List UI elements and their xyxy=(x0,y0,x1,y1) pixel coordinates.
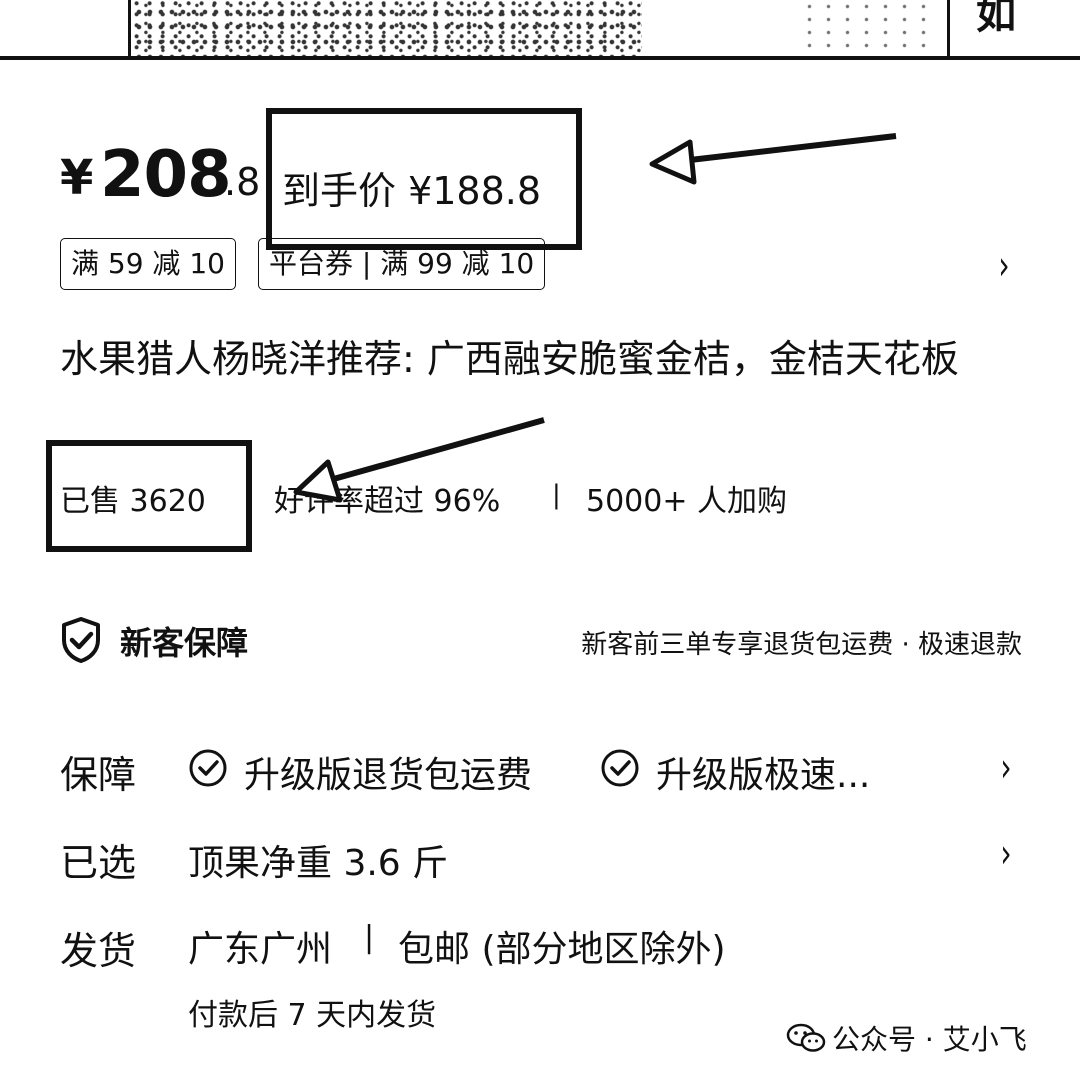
product-image-texture-right xyxy=(800,0,940,56)
image-divider xyxy=(0,56,1080,60)
shipping-time: 付款后 7 天内发货 xyxy=(188,998,437,1033)
check-circle-icon xyxy=(601,749,639,787)
wechat-icon xyxy=(786,1023,826,1052)
shipping-separator: | xyxy=(364,920,375,955)
new-customer-title: 新客保障 xyxy=(120,624,249,662)
coupon-tag-store[interactable]: 满 59 减 10 xyxy=(60,238,236,290)
product-title: 水果猎人杨晓洋推荐: 广西融安脆蜜金桔，金桔天花板 xyxy=(60,337,959,381)
price-currency: ¥ xyxy=(60,150,94,206)
selected-sku[interactable]: 顶果净重 3.6 斤 xyxy=(188,834,448,886)
annotation-arrow-price xyxy=(649,133,897,185)
chevron-right-icon[interactable]: › xyxy=(1000,748,1011,788)
positive-rating: 好评率超过 96% xyxy=(274,484,501,519)
product-image-strip[interactable]: 如 xyxy=(0,0,1080,60)
chevron-right-icon[interactable]: › xyxy=(1000,834,1011,874)
selected-label: 已选 xyxy=(60,841,137,885)
shipping-label: 发货 xyxy=(60,929,137,973)
price-integer: 208 xyxy=(100,138,232,212)
chevron-right-icon[interactable]: › xyxy=(998,246,1009,286)
cart-count: 5000+ 人加购 xyxy=(586,484,788,519)
shipping-origin: 广东广州 xyxy=(188,929,333,970)
shield-check-icon xyxy=(62,617,100,663)
price-decimal: .8 xyxy=(224,160,261,204)
annotation-box-sold xyxy=(46,440,252,552)
product-image-texture xyxy=(134,0,642,56)
service-item: 升级版极速... xyxy=(656,755,871,796)
watermark-text: 公众号 · 艾小飞 xyxy=(832,1023,1027,1056)
annotation-box-final-price xyxy=(266,108,582,250)
service-item: 升级版退货包运费 xyxy=(244,755,533,796)
watermark: 公众号 · 艾小飞 xyxy=(786,1018,1027,1058)
check-circle-icon xyxy=(189,749,227,787)
shipping-free: 包邮 (部分地区除外) xyxy=(398,929,726,970)
product-image-corner-text: 如 xyxy=(976,0,1016,38)
new-customer-desc[interactable]: 新客前三单专享退货包运费 · 极速退款 xyxy=(470,624,1022,661)
stats-separator: | xyxy=(552,480,561,510)
guarantee-label: 保障 xyxy=(60,753,137,797)
